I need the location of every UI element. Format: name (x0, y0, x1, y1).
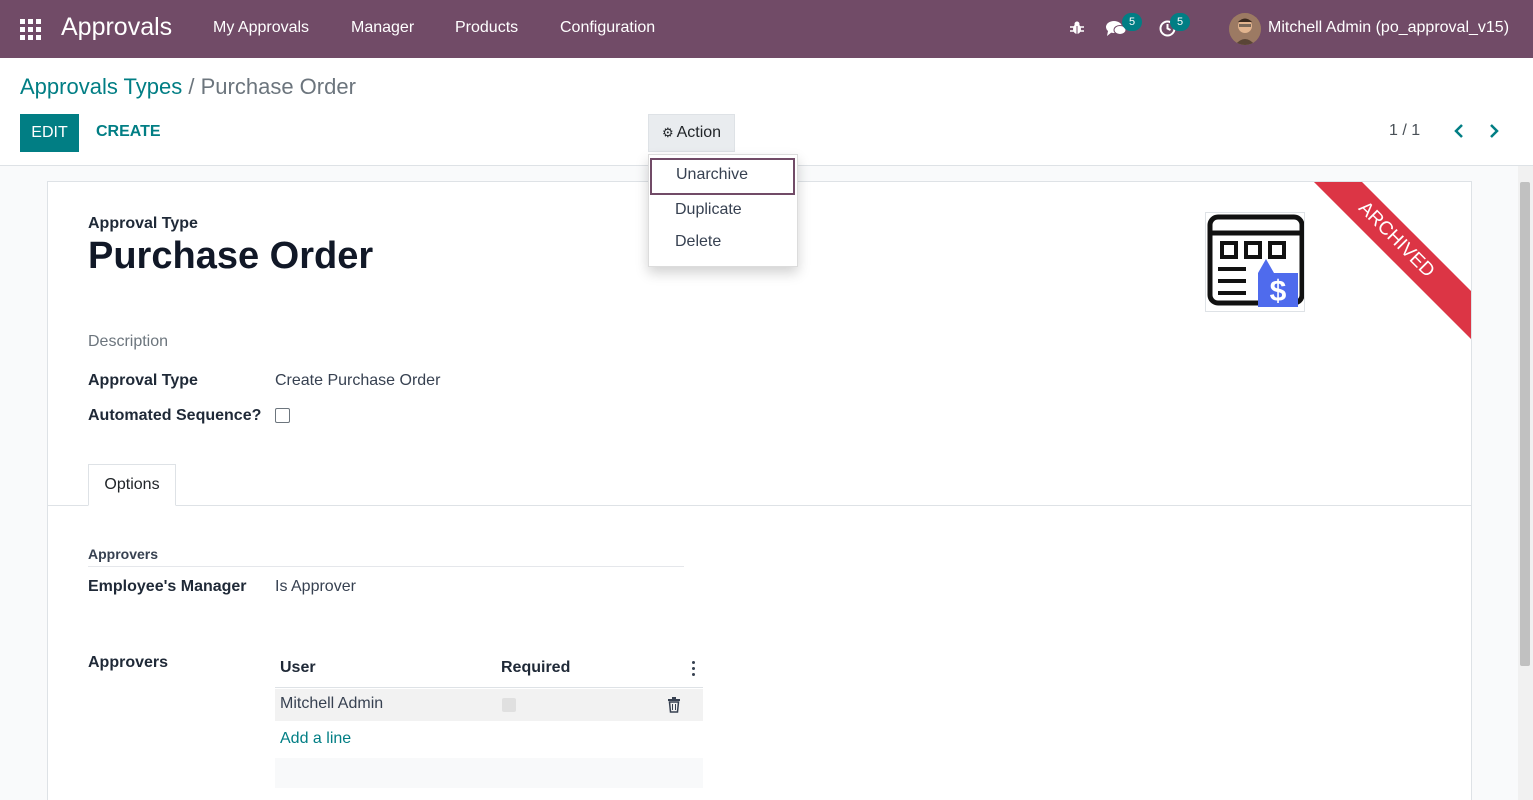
breadcrumb-separator: / (188, 74, 195, 99)
add-line-link[interactable]: Add a line (280, 730, 351, 748)
messages-badge: 5 (1122, 13, 1142, 31)
column-required[interactable]: Required (501, 659, 570, 677)
svg-text:$: $ (1270, 275, 1287, 308)
employee-manager-value[interactable]: Is Approver (275, 578, 356, 596)
archived-ribbon: ARCHIVED (1288, 182, 1471, 348)
scrollbar-thumb[interactable] (1520, 182, 1530, 666)
action-menu: Unarchive Duplicate Delete (648, 154, 798, 267)
table-footer (275, 758, 703, 788)
approvers-label: Approvers (88, 654, 169, 671)
delete-menu-item[interactable]: Delete (649, 226, 797, 258)
approval-type-image[interactable]: $ (1205, 212, 1305, 312)
user-menu[interactable]: Mitchell Admin (po_approval_v15) (1268, 19, 1509, 37)
app-title[interactable]: Approvals (61, 13, 172, 42)
table-header: User Required (275, 652, 703, 688)
unarchive-menu-item[interactable]: Unarchive (650, 158, 795, 195)
duplicate-menu-item[interactable]: Duplicate (649, 194, 797, 226)
menu-configuration[interactable]: Configuration (560, 19, 655, 37)
table-row[interactable]: Mitchell Admin (275, 689, 703, 721)
avatar[interactable] (1229, 13, 1261, 45)
employee-manager-label: Employee's Manager (88, 578, 247, 595)
page-title: Purchase Order (88, 235, 374, 277)
tab-strip (48, 505, 1471, 506)
automated-sequence-label: Automated Sequence? (88, 407, 262, 424)
menu-manager[interactable]: Manager (351, 19, 414, 37)
menu-products[interactable]: Products (455, 19, 518, 37)
optional-columns-icon[interactable] (692, 661, 696, 677)
gear-icon: ⚙ (661, 125, 674, 140)
row-user: Mitchell Admin (280, 695, 384, 712)
trash-icon[interactable] (667, 697, 681, 718)
menu-my-approvals[interactable]: My Approvals (213, 19, 309, 37)
bug-icon[interactable] (1069, 20, 1085, 41)
approval-type-caption: Approval Type (88, 215, 198, 232)
action-dropdown-button[interactable]: ⚙ Action (648, 114, 735, 152)
breadcrumb-parent[interactable]: Approvals Types (20, 74, 182, 99)
activities-badge: 5 (1170, 13, 1190, 31)
pager-next-icon[interactable] (1488, 122, 1500, 145)
column-user[interactable]: User (280, 659, 316, 677)
scrollbar[interactable] (1518, 166, 1533, 800)
edit-button[interactable]: EDIT (20, 114, 79, 152)
tab-options[interactable]: Options (88, 464, 176, 506)
automated-sequence-checkbox[interactable] (275, 408, 290, 423)
pager-previous-icon[interactable] (1453, 122, 1465, 145)
approval-type-label: Approval Type (88, 372, 198, 389)
approvers-group-title: Approvers (88, 546, 684, 567)
pager-value[interactable]: 1 / 1 (1389, 122, 1420, 140)
approval-type-value[interactable]: Create Purchase Order (275, 372, 440, 390)
apps-grid-icon[interactable] (20, 19, 41, 40)
breadcrumb: Approvals Types / Purchase Order (20, 74, 356, 100)
top-navbar: Approvals My Approvals Manager Products … (0, 0, 1533, 58)
control-panel: Approvals Types / Purchase Order EDIT CR… (0, 58, 1533, 166)
breadcrumb-current: Purchase Order (200, 74, 356, 99)
form-sheet: ARCHIVED $ Approval Type Purchase Order … (47, 181, 1472, 800)
create-button[interactable]: CREATE (96, 123, 161, 141)
action-label: Action (676, 124, 722, 141)
row-required-checkbox[interactable] (502, 698, 516, 712)
description-field[interactable]: Description (88, 333, 168, 351)
